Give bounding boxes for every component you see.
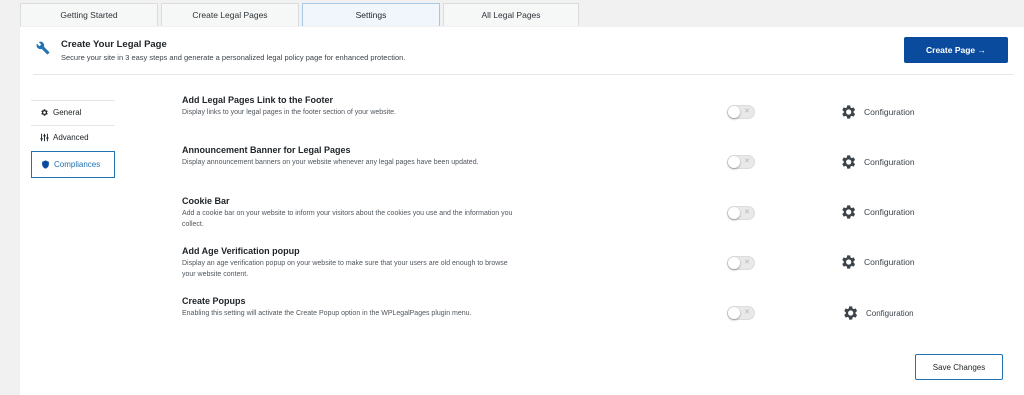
header-divider bbox=[33, 74, 1013, 75]
gear-icon bbox=[41, 109, 48, 116]
announcement-banner-toggle[interactable]: ✕ bbox=[727, 155, 755, 169]
tab-settings[interactable]: Settings bbox=[302, 3, 440, 26]
wrench-icon bbox=[36, 41, 50, 55]
settings-panel: Create Your Legal Page Secure your site … bbox=[20, 27, 1024, 395]
toggle-knob bbox=[728, 257, 740, 269]
footer-link-toggle[interactable]: ✕ bbox=[727, 105, 755, 119]
toggle-off-mark: ✕ bbox=[744, 259, 750, 266]
setting-description: Display links to your legal pages in the… bbox=[182, 109, 397, 116]
sidebar-item-general[interactable]: General bbox=[31, 100, 115, 124]
toggle-off-mark: ✕ bbox=[744, 108, 750, 115]
configuration-label: Configuration bbox=[864, 257, 915, 267]
tab-create-legal-pages[interactable]: Create Legal Pages bbox=[161, 3, 299, 26]
sidebar-item-compliances[interactable]: Compliances bbox=[31, 151, 115, 178]
sidebar-item-label: Advanced bbox=[53, 133, 89, 142]
configuration-label: Configuration bbox=[864, 157, 915, 167]
footer-link-configuration[interactable]: Configuration bbox=[839, 103, 915, 121]
gear-icon bbox=[842, 105, 856, 119]
save-changes-button[interactable]: Save Changes bbox=[915, 354, 1003, 380]
age-verification-configuration[interactable]: Configuration bbox=[839, 253, 915, 271]
toggle-knob bbox=[728, 156, 740, 168]
configuration-label: Configuration bbox=[864, 107, 915, 117]
toggle-off-mark: ✕ bbox=[744, 158, 750, 165]
page-subtitle: Secure your site in 3 easy steps and gen… bbox=[61, 53, 406, 62]
setting-title: Add Legal Pages Link to the Footer bbox=[182, 95, 334, 105]
configuration-label: Configuration bbox=[864, 207, 915, 217]
sidebar-item-label: General bbox=[53, 108, 82, 117]
setting-description: Display an age verification popup on you… bbox=[182, 260, 508, 278]
toggle-knob bbox=[728, 307, 740, 319]
gear-icon bbox=[842, 255, 856, 269]
page-title: Create Your Legal Page bbox=[61, 39, 167, 50]
create-popups-toggle[interactable]: ✕ bbox=[727, 306, 755, 320]
gear-icon bbox=[842, 155, 856, 169]
age-verification-toggle[interactable]: ✕ bbox=[727, 256, 755, 270]
create-popups-configuration[interactable]: Configuration bbox=[841, 304, 914, 322]
gear-icon bbox=[844, 306, 858, 320]
cookie-bar-toggle[interactable]: ✕ bbox=[727, 206, 755, 220]
tab-getting-started[interactable]: Getting Started bbox=[20, 3, 158, 26]
create-page-button[interactable]: Create Page → bbox=[904, 37, 1008, 63]
toggle-knob bbox=[728, 106, 740, 118]
setting-title: Cookie Bar bbox=[182, 196, 230, 206]
setting-title: Create Popups bbox=[182, 296, 246, 306]
sidebar-item-advanced[interactable]: Advanced bbox=[31, 125, 115, 149]
sliders-icon bbox=[40, 133, 49, 142]
toggle-knob bbox=[728, 207, 740, 219]
toggle-off-mark: ✕ bbox=[744, 209, 750, 216]
setting-title: Add Age Verification popup bbox=[182, 246, 300, 256]
cookie-bar-configuration[interactable]: Configuration bbox=[839, 203, 915, 221]
toggle-off-mark: ✕ bbox=[744, 309, 750, 316]
sidebar-item-label: Compliances bbox=[54, 160, 101, 169]
setting-description: Add a cookie bar on your website to info… bbox=[182, 210, 513, 228]
setting-title: Announcement Banner for Legal Pages bbox=[182, 145, 351, 155]
tab-all-legal-pages[interactable]: All Legal Pages bbox=[443, 3, 579, 26]
announcement-banner-configuration[interactable]: Configuration bbox=[839, 153, 915, 171]
setting-description: Enabling this setting will activate the … bbox=[182, 310, 472, 317]
setting-description: Display announcement banners on your web… bbox=[182, 159, 479, 166]
configuration-label: Configuration bbox=[866, 308, 914, 318]
shield-icon bbox=[42, 160, 49, 169]
gear-icon bbox=[842, 205, 856, 219]
